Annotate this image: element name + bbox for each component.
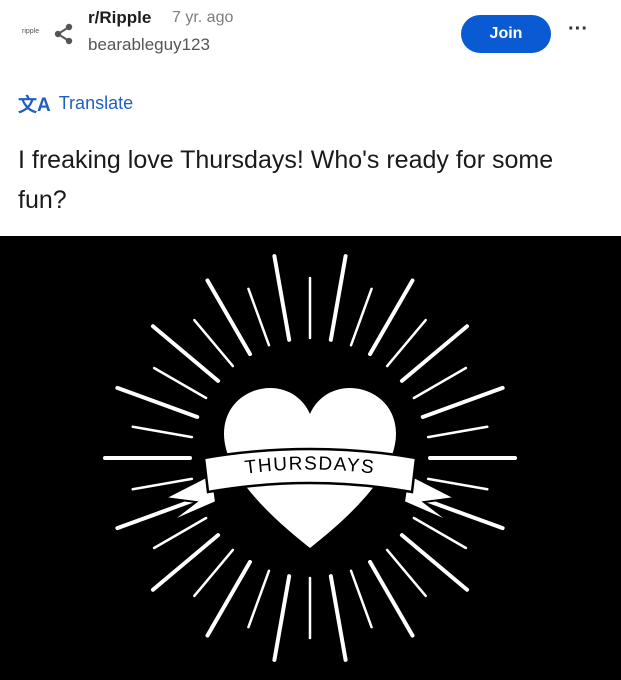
sun-ray [385,548,427,598]
sun-ray [385,318,427,368]
sun-ray [412,366,468,400]
translate-icon: 文A [18,95,51,116]
subreddit-avatar[interactable]: ripple [22,22,80,48]
sun-ray [131,477,194,491]
sun-ray [328,574,348,662]
sun-ray [247,287,271,347]
sun-ray [131,425,194,439]
subreddit-logo-text: ripple [22,28,40,35]
post-title[interactable]: I freaking love Thursdays! Who's ready f… [18,140,598,220]
post-timestamp: 7 yr. ago [172,9,234,26]
sun-ray [115,385,200,419]
sun-ray [152,516,208,550]
sun-ray [328,254,348,342]
ripple-logo-icon [54,23,73,45]
subreddit-name[interactable]: r/Ripple [88,8,151,28]
sun-ray [426,477,489,491]
translate-label: Translate [58,93,134,113]
more-options-icon[interactable]: ··· [568,18,588,41]
sun-ray [152,366,208,400]
translate-button[interactable]: 文A Translate [18,90,133,117]
join-button[interactable]: Join [461,15,551,53]
sun-ray [193,318,235,368]
sun-ray [272,574,292,662]
sun-ray [420,385,505,419]
post-author[interactable]: bearableguy123 [88,35,210,55]
sun-ray [426,425,489,439]
post-header: ripple r/Ripple 7 yr. ago bearableguy123… [0,0,621,80]
sun-ray [247,569,271,629]
sun-ray [193,548,235,598]
sun-ray [349,569,373,629]
sun-ray [412,516,468,550]
thursdays-heart-graphic: THURSDAYS [103,254,517,662]
post-image[interactable]: THURSDAYS [0,236,621,680]
sun-ray [272,254,292,342]
sun-ray [349,287,373,347]
